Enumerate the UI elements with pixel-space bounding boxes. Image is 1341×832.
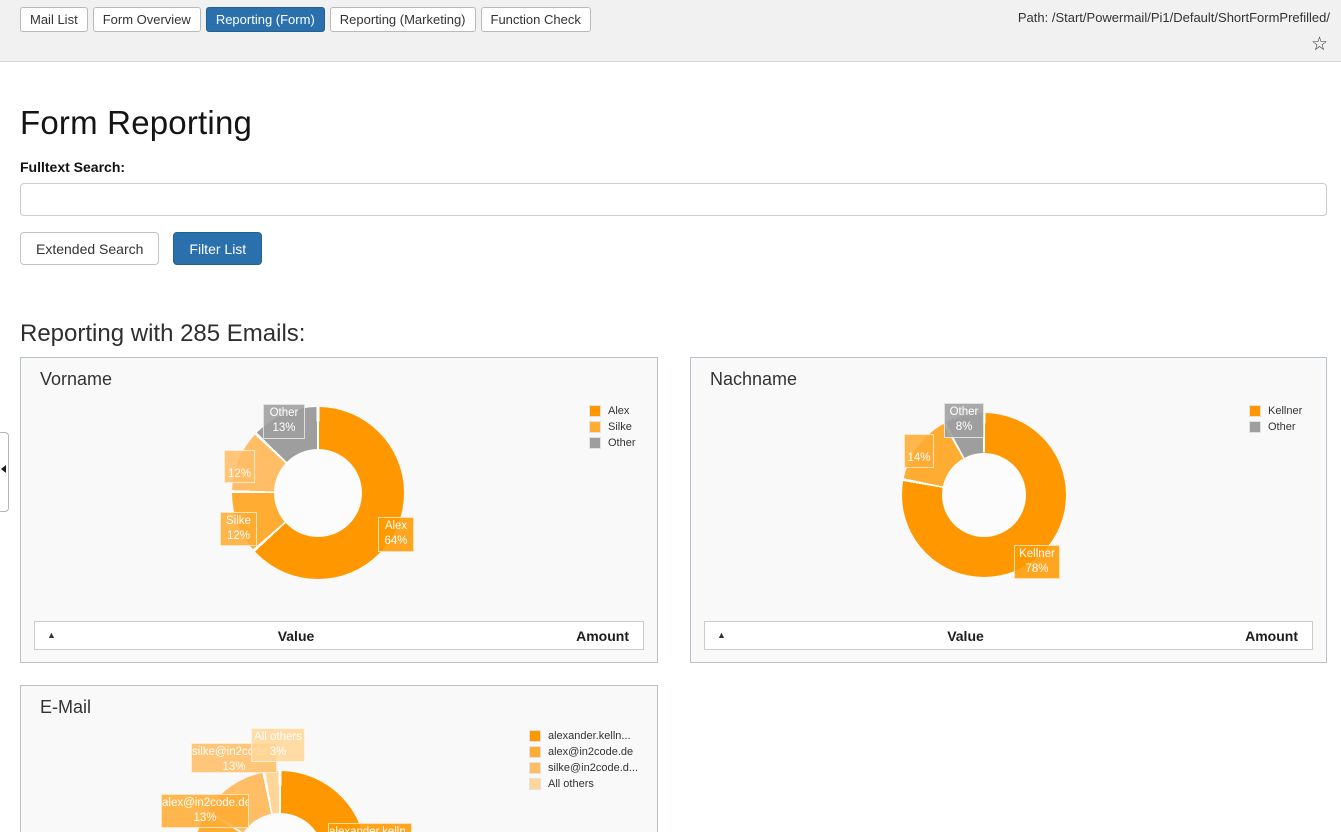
slice-label: Silke12% xyxy=(220,512,257,546)
legend-item[interactable]: alex@in2code.de xyxy=(529,746,638,758)
search-actions: Extended Search Filter List xyxy=(20,232,262,265)
slice-label: Kellner78% xyxy=(1014,545,1060,579)
legend-label: alexander.kelln... xyxy=(548,730,631,742)
legend-item[interactable]: All others xyxy=(529,778,638,790)
page-title: Form Reporting xyxy=(20,104,252,142)
result-table-header: ▲ Value Amount xyxy=(34,621,644,650)
tab-mail-list[interactable]: Mail List xyxy=(20,7,88,32)
column-header-amount[interactable]: Amount xyxy=(513,628,643,644)
slice-label: 14% xyxy=(904,434,934,468)
panel-title: Vorname xyxy=(40,369,112,390)
slice-label: alex@in2code.de13% xyxy=(161,794,249,828)
legend-swatch-icon xyxy=(589,421,601,433)
legend-swatch-icon xyxy=(529,730,541,742)
legend-label: Other xyxy=(608,437,636,449)
top-bar: Mail List Form Overview Reporting (Form)… xyxy=(0,0,1341,62)
donut-hole xyxy=(942,453,1026,537)
fulltext-search-label: Fulltext Search: xyxy=(20,159,125,175)
slice-label: All others3% xyxy=(251,728,305,762)
module-tabs: Mail List Form Overview Reporting (Form)… xyxy=(20,7,591,32)
chart-legend: alexander.kelln... alex@in2code.de silke@i… xyxy=(529,730,638,794)
result-table-header: ▲ Value Amount xyxy=(704,621,1313,650)
legend-item[interactable]: Other xyxy=(589,437,636,449)
extended-search-button[interactable]: Extended Search xyxy=(20,232,159,265)
column-header-amount[interactable]: Amount xyxy=(1182,628,1312,644)
legend-item[interactable]: Silke xyxy=(589,421,636,433)
slice-label: Other13% xyxy=(263,404,305,439)
panel-nachname: Nachname Kellner Other ▲ Value Amount Kel… xyxy=(690,357,1327,663)
tab-form-overview[interactable]: Form Overview xyxy=(93,7,201,32)
legend-label: silke@in2code.d... xyxy=(548,762,638,774)
legend-label: All others xyxy=(548,778,594,790)
legend-swatch-icon xyxy=(529,762,541,774)
panel-title: Nachname xyxy=(710,369,797,390)
legend-swatch-icon xyxy=(589,405,601,417)
chart-legend: Alex Silke Other xyxy=(589,405,636,453)
legend-item[interactable]: alexander.kelln... xyxy=(529,730,638,742)
sort-asc-icon[interactable]: ▲ xyxy=(47,631,79,640)
column-header-value[interactable]: Value xyxy=(79,628,513,644)
slice-label: Other8% xyxy=(944,403,984,438)
donut-hole xyxy=(274,449,362,537)
legend-label: alex@in2code.de xyxy=(548,746,633,758)
chart-legend: Kellner Other xyxy=(1249,405,1302,437)
filter-list-button[interactable]: Filter List xyxy=(173,232,262,265)
legend-swatch-icon xyxy=(529,778,541,790)
fulltext-search-input[interactable] xyxy=(20,183,1327,216)
panel-title: E-Mail xyxy=(40,697,91,718)
legend-item[interactable]: silke@in2code.d... xyxy=(529,762,638,774)
tab-reporting-marketing[interactable]: Reporting (Marketing) xyxy=(330,7,476,32)
legend-item[interactable]: Other xyxy=(1249,421,1302,433)
legend-swatch-icon xyxy=(1249,405,1261,417)
legend-label: Silke xyxy=(608,421,632,433)
sort-asc-icon[interactable]: ▲ xyxy=(717,631,749,640)
legend-swatch-icon xyxy=(529,746,541,758)
panel-email: E-Mail alexander.kelln... alex@in2code.de… xyxy=(20,685,658,832)
column-header-value[interactable]: Value xyxy=(749,628,1182,644)
legend-label: Alex xyxy=(608,405,629,417)
legend-swatch-icon xyxy=(589,437,601,449)
legend-label: Kellner xyxy=(1268,405,1302,417)
slice-label: 12% xyxy=(224,450,255,483)
tab-reporting-form[interactable]: Reporting (Form) xyxy=(206,7,325,32)
bookmark-star-icon[interactable]: ☆ xyxy=(1311,35,1328,54)
legend-swatch-icon xyxy=(1249,421,1261,433)
legend-item[interactable]: Kellner xyxy=(1249,405,1302,417)
collapse-left-arrow-icon xyxy=(1,465,6,473)
tab-function-check[interactable]: Function Check xyxy=(481,7,591,32)
slice-label: alexander.kelln...71% xyxy=(328,823,412,832)
page-path: Path: /Start/Powermail/Pi1/Default/Short… xyxy=(1018,10,1330,25)
slice-label: Alex64% xyxy=(378,517,414,552)
legend-item[interactable]: Alex xyxy=(589,405,636,417)
section-title: Reporting with 285 Emails: xyxy=(20,320,305,348)
sidebar-collapse-handle[interactable] xyxy=(0,432,9,512)
panel-vorname: Vorname Alex Silke Other ▲ Value Amount Al… xyxy=(20,357,658,663)
legend-label: Other xyxy=(1268,421,1296,433)
